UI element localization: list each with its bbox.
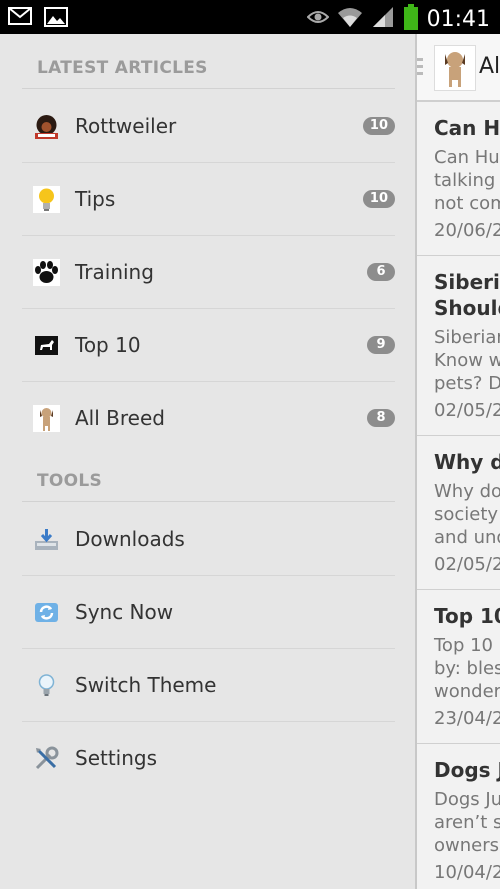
article-date: 23/04/2 bbox=[434, 708, 500, 729]
dog-silhouette-icon bbox=[33, 332, 60, 359]
article-date: 10/04/2 bbox=[434, 862, 500, 883]
article-excerpt: not com bbox=[434, 193, 500, 214]
drawer-item-downloads[interactable]: Downloads bbox=[22, 503, 395, 576]
article-title: Dogs J bbox=[434, 758, 500, 782]
count-badge: 6 bbox=[367, 263, 395, 281]
article-excerpt: Dogs Ju bbox=[434, 789, 500, 810]
article-title: Why do bbox=[434, 450, 500, 474]
count-badge: 10 bbox=[362, 190, 395, 208]
download-icon bbox=[33, 526, 60, 553]
drawer-item-label: All Breed bbox=[75, 406, 165, 430]
article-excerpt: talking a bbox=[434, 170, 500, 191]
wifi-icon bbox=[337, 5, 363, 33]
navigation-drawer: LATEST ARTICLES Rottweiler 10 Tips 10 Tr… bbox=[0, 34, 415, 889]
lightbulb-icon bbox=[33, 186, 60, 213]
action-bar: Al bbox=[417, 34, 500, 102]
article-item[interactable]: Top 10 Top 10 by: bles wonder 23/04/2 bbox=[417, 590, 500, 744]
status-clock: 01:41 bbox=[426, 6, 490, 32]
app-logo-icon[interactable] bbox=[434, 45, 476, 91]
article-excerpt: aren’t sl bbox=[434, 812, 500, 833]
article-title: Siberia bbox=[434, 270, 500, 294]
article-excerpt: Siberian bbox=[434, 327, 500, 348]
drawer-item-top-10[interactable]: Top 10 9 bbox=[22, 309, 395, 382]
drawer-item-switch-theme[interactable]: Switch Theme bbox=[22, 649, 395, 722]
article-excerpt: wonder bbox=[434, 681, 500, 702]
article-excerpt: society bbox=[434, 504, 499, 525]
article-item[interactable]: Why do Why doe society and und 02/05/2 bbox=[417, 436, 500, 590]
drawer-item-label: Downloads bbox=[75, 527, 185, 551]
drawer-item-sync-now[interactable]: Sync Now bbox=[22, 576, 395, 649]
article-date: 02/05/2 bbox=[434, 554, 500, 575]
signal-icon bbox=[371, 5, 395, 33]
article-excerpt: Top 10 bbox=[434, 635, 494, 656]
article-excerpt: Can Hus bbox=[434, 147, 500, 168]
drawer-item-tips[interactable]: Tips 10 bbox=[22, 163, 395, 236]
mail-icon bbox=[8, 7, 32, 31]
count-badge: 10 bbox=[362, 117, 395, 135]
sync-icon bbox=[33, 599, 60, 626]
article-excerpt: by: bles bbox=[434, 658, 500, 679]
drawer-item-training[interactable]: Training 6 bbox=[22, 236, 395, 309]
image-icon bbox=[44, 7, 68, 31]
section-divider bbox=[22, 88, 395, 89]
drawer-item-label: Switch Theme bbox=[75, 673, 217, 697]
article-excerpt: Why doe bbox=[434, 481, 500, 502]
tools-icon bbox=[33, 745, 60, 772]
article-excerpt: pets? D bbox=[434, 373, 500, 394]
article-date: 02/05/2 bbox=[434, 400, 500, 421]
article-excerpt: owners. bbox=[434, 835, 500, 856]
rottweiler-icon bbox=[33, 113, 60, 140]
drawer-item-label: Top 10 bbox=[75, 333, 141, 357]
article-title: Top 10 bbox=[434, 604, 500, 628]
lightbulb-outline-icon bbox=[33, 672, 60, 699]
drawer-item-label: Settings bbox=[75, 746, 158, 770]
drawer-item-all-breed[interactable]: All Breed 8 bbox=[22, 382, 395, 455]
drawer-item-label: Training bbox=[75, 260, 154, 284]
paw-icon bbox=[33, 259, 60, 286]
article-excerpt: Know w bbox=[434, 350, 500, 371]
article-excerpt: and und bbox=[434, 527, 500, 548]
drawer-item-label: Tips bbox=[75, 187, 116, 211]
section-divider bbox=[22, 501, 395, 502]
article-item[interactable]: Can Hu Can Hus talking a not com 20/06/2 bbox=[417, 102, 500, 256]
drawer-item-settings[interactable]: Settings bbox=[22, 722, 395, 795]
article-item[interactable]: Siberia Should Siberian Know w pets? D 0… bbox=[417, 256, 500, 436]
article-date: 20/06/2 bbox=[434, 220, 500, 241]
drawer-item-rottweiler[interactable]: Rottweiler 10 bbox=[22, 90, 395, 163]
article-title: Should bbox=[434, 296, 500, 320]
status-bar: 01:41 bbox=[0, 0, 500, 34]
drawer-indicator-icon[interactable] bbox=[417, 58, 423, 80]
dog-icon bbox=[33, 405, 60, 432]
count-badge: 9 bbox=[367, 336, 395, 354]
section-header-latest-articles: LATEST ARTICLES bbox=[37, 58, 208, 78]
battery-icon bbox=[403, 4, 419, 34]
article-list-panel: Al Can Hu Can Hus talking a not com 20/0… bbox=[415, 34, 500, 889]
count-badge: 8 bbox=[367, 409, 395, 427]
article-item[interactable]: Dogs J Dogs Ju aren’t sl owners. 10/04/2 bbox=[417, 744, 500, 889]
eye-icon bbox=[306, 9, 330, 29]
page-title: Al bbox=[479, 54, 500, 79]
article-title: Can Hu bbox=[434, 116, 500, 140]
section-header-tools: TOOLS bbox=[37, 471, 103, 491]
drawer-item-label: Rottweiler bbox=[75, 114, 177, 138]
drawer-item-label: Sync Now bbox=[75, 600, 174, 624]
